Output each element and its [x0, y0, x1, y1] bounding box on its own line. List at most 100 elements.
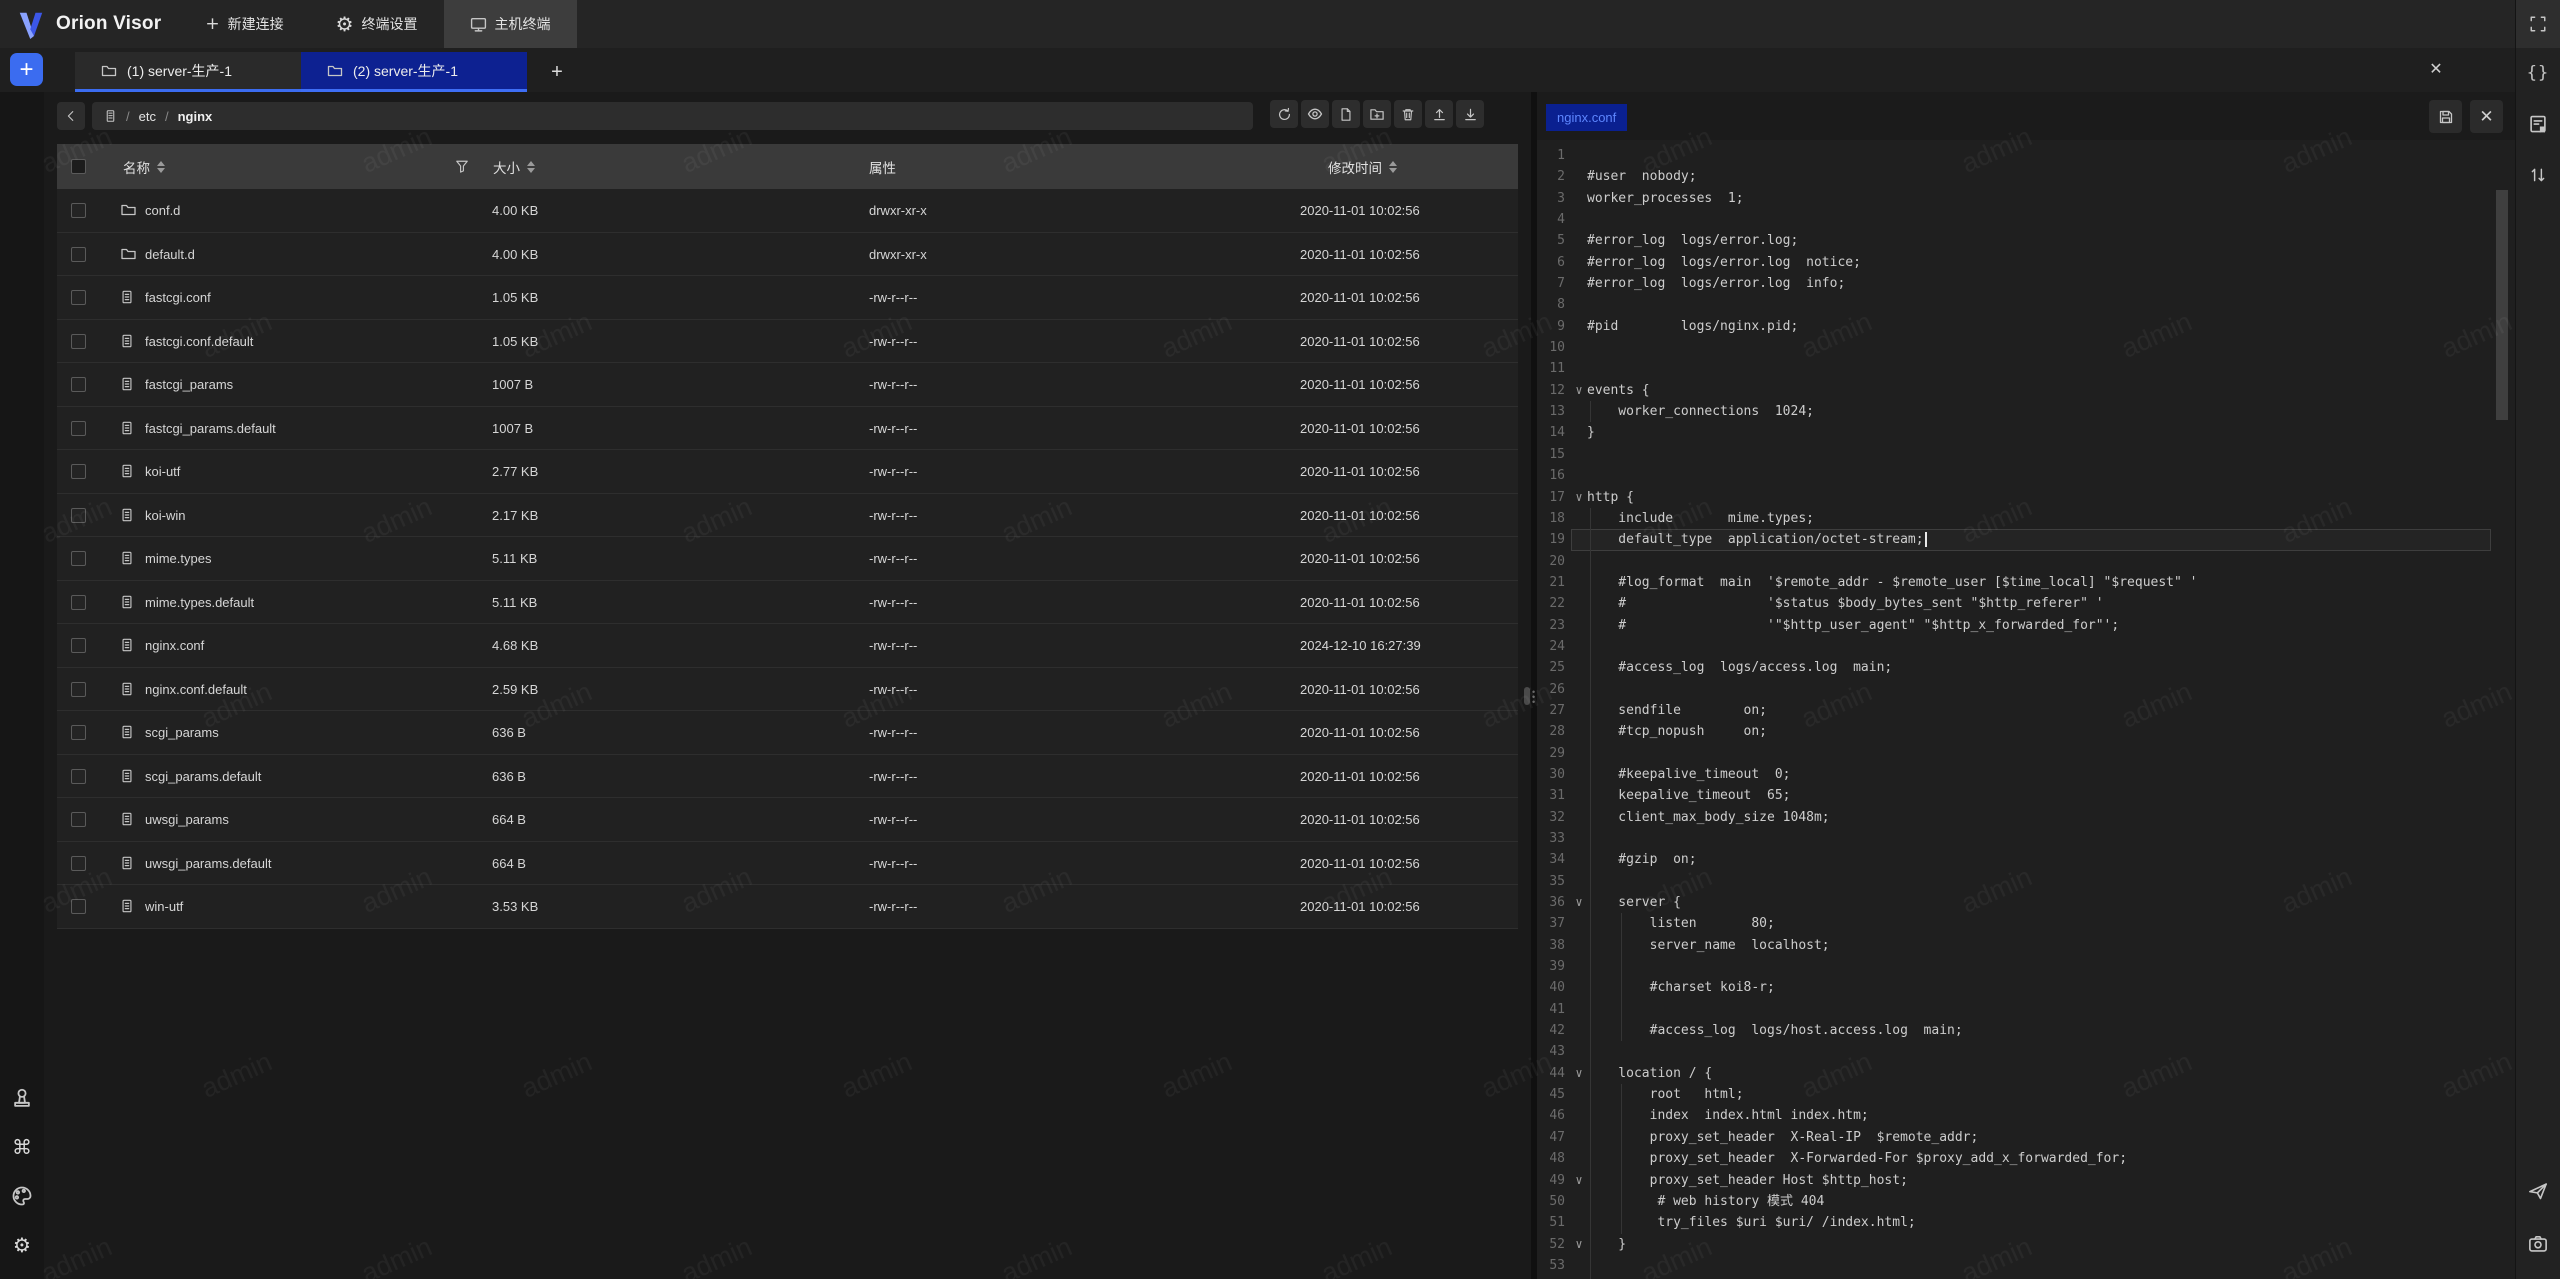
editor-line-body[interactable] [1571, 679, 2491, 700]
table-row[interactable]: fastcgi_params.default 1007 B -rw-r--r--… [57, 407, 1518, 451]
editor-line-body[interactable]: #access_log logs/host.access.log main; [1571, 1020, 2491, 1041]
editor-line[interactable]: 6 #error_log logs/error.log notice; [1537, 252, 2491, 273]
editor-line-body[interactable]: proxy_set_header Host $http_host; [1571, 1170, 2491, 1191]
editor-line[interactable]: 28 #tcp_nopush on; [1537, 721, 2491, 742]
row-checkbox[interactable] [71, 638, 86, 653]
editor-line[interactable]: 40 #charset koi8-r; [1537, 977, 2491, 998]
table-row[interactable]: nginx.conf 4.68 KB -rw-r--r-- 2024-12-10… [57, 624, 1518, 668]
editor-line-body[interactable]: worker_processes 1; [1571, 188, 2491, 209]
editor-line[interactable]: 27 sendfile on; [1537, 700, 2491, 721]
editor-line-body[interactable]: client_max_body_size 1048m; [1571, 807, 2491, 828]
download-button[interactable] [1456, 100, 1484, 128]
editor-line[interactable]: 2 #user nobody; [1537, 166, 2491, 187]
editor-line-body[interactable]: #access_log logs/access.log main; [1571, 657, 2491, 678]
file-name[interactable]: scgi_params.default [145, 755, 261, 799]
shortcut-keys-icon[interactable] [10, 1135, 34, 1159]
new-folder-button[interactable] [1363, 100, 1391, 128]
editor-line[interactable]: 35 [1537, 871, 2491, 892]
row-checkbox[interactable] [71, 421, 86, 436]
splitter-handle[interactable]: ••• [1532, 690, 1536, 705]
new-file-button[interactable] [1332, 100, 1360, 128]
editor-line[interactable]: 53 [1537, 1255, 2491, 1276]
editor-line[interactable]: 29 [1537, 743, 2491, 764]
row-checkbox[interactable] [71, 856, 86, 871]
file-name[interactable]: fastcgi.conf [145, 276, 211, 320]
editor-line[interactable]: 33 [1537, 828, 2491, 849]
editor-line-body[interactable]: proxy_set_header X-Real-IP $remote_addr; [1571, 1127, 2491, 1148]
table-row[interactable]: mime.types.default 5.11 KB -rw-r--r-- 20… [57, 581, 1518, 625]
row-checkbox[interactable] [71, 203, 86, 218]
editor-line-body[interactable]: worker_connections 1024; [1571, 401, 2491, 422]
editor-line[interactable]: 18 include mime.types; [1537, 508, 2491, 529]
upload-button[interactable] [1425, 100, 1453, 128]
fold-icon[interactable] [1571, 1170, 1587, 1191]
fold-icon[interactable] [1571, 892, 1587, 913]
save-file-button[interactable] [2429, 100, 2462, 133]
path-breadcrumb[interactable]: / etc / nginx [92, 102, 1253, 130]
editor-line-body[interactable] [1571, 1255, 2491, 1276]
table-row[interactable]: mime.types 5.11 KB -rw-r--r-- 2020-11-01… [57, 537, 1518, 581]
editor-line-body[interactable]: #error_log logs/error.log notice; [1571, 252, 2491, 273]
editor-line[interactable]: 16 [1537, 465, 2491, 486]
editor-line[interactable]: 13 worker_connections 1024; [1537, 401, 2491, 422]
table-row[interactable]: fastcgi_params 1007 B -rw-r--r-- 2020-11… [57, 363, 1518, 407]
editor-line[interactable]: 49 proxy_set_header Host $http_host; [1537, 1170, 2491, 1191]
file-name[interactable]: mime.types [145, 537, 211, 581]
editor-line-body[interactable] [1571, 956, 2491, 977]
editor-line-body[interactable]: } [1571, 422, 2491, 443]
editor-line-body[interactable]: server { [1571, 892, 2491, 913]
editor-line[interactable]: 4 [1537, 209, 2491, 230]
editor-line-body[interactable]: index index.html index.htm; [1571, 1105, 2491, 1126]
table-row[interactable]: default.d 4.00 KB drwxr-xr-x 2020-11-01 … [57, 233, 1518, 277]
editor-line[interactable]: 11 [1537, 358, 2491, 379]
close-panel-button[interactable]: ✕ [2423, 56, 2449, 82]
preview-eye-button[interactable] [1301, 100, 1329, 128]
editor-line[interactable]: 31 keepalive_timeout 65; [1537, 785, 2491, 806]
file-name[interactable]: conf.d [145, 189, 180, 233]
editor-line-body[interactable]: keepalive_timeout 65; [1571, 785, 2491, 806]
fold-icon[interactable] [1571, 1234, 1587, 1255]
editor-line[interactable]: 42 #access_log logs/host.access.log main… [1537, 1020, 2491, 1041]
row-checkbox[interactable] [71, 247, 86, 262]
file-name[interactable]: koi-win [145, 494, 185, 538]
editor-line-body[interactable]: # web history 模式 404 [1571, 1191, 2491, 1212]
fold-icon[interactable] [1571, 1063, 1587, 1084]
file-name[interactable]: mime.types.default [145, 581, 254, 625]
new-connection-button[interactable]: + [10, 53, 43, 86]
back-button[interactable] [57, 102, 85, 130]
row-checkbox[interactable] [71, 334, 86, 349]
row-checkbox[interactable] [71, 508, 86, 523]
editor-line[interactable]: 24 [1537, 636, 2491, 657]
editor-line[interactable]: 23 # '"$http_user_agent" "$http_x_forwar… [1537, 615, 2491, 636]
table-row[interactable]: koi-win 2.17 KB -rw-r--r-- 2020-11-01 10… [57, 494, 1518, 538]
editor-line[interactable]: 1 [1537, 145, 2491, 166]
editor-line-body[interactable] [1571, 337, 2491, 358]
menu-item-new-connection[interactable]: + 新建连接 [179, 0, 309, 48]
editor-line[interactable]: 14 } [1537, 422, 2491, 443]
editor-line-body[interactable]: try_files $uri $uri/ /index.html; [1571, 1212, 2491, 1233]
editor-line[interactable]: 9 #pid logs/nginx.pid; [1537, 316, 2491, 337]
table-row[interactable]: scgi_params.default 636 B -rw-r--r-- 202… [57, 755, 1518, 799]
file-name[interactable]: fastcgi.conf.default [145, 320, 253, 364]
editor-line-body[interactable]: #error_log logs/error.log; [1571, 230, 2491, 251]
editor-line[interactable]: 39 [1537, 956, 2491, 977]
table-row[interactable]: fastcgi.conf 1.05 KB -rw-r--r-- 2020-11-… [57, 276, 1518, 320]
editor-line[interactable]: 50 # web history 模式 404 [1537, 1191, 2491, 1212]
editor-line-body[interactable] [1571, 294, 2491, 315]
doc-bookmark-icon[interactable] [2525, 111, 2551, 137]
close-editor-button[interactable]: ✕ [2470, 100, 2503, 133]
sort-lines-icon[interactable] [2525, 162, 2551, 188]
editor-line-body[interactable] [1571, 999, 2491, 1020]
file-list-scrollbar[interactable] [1524, 687, 1530, 705]
editor-line[interactable]: 44 location / { [1537, 1063, 2491, 1084]
editor-line[interactable]: 3 worker_processes 1; [1537, 188, 2491, 209]
screenshot-camera-icon[interactable] [2525, 1231, 2551, 1257]
editor-line-body[interactable]: #log_format main '$remote_addr - $remote… [1571, 572, 2491, 593]
editor-line[interactable]: 5 #error_log logs/error.log; [1537, 230, 2491, 251]
file-name[interactable]: nginx.conf.default [145, 668, 247, 712]
editor-line[interactable]: 7 #error_log logs/error.log info; [1537, 273, 2491, 294]
user-seal-icon[interactable] [10, 1086, 34, 1110]
sort-carets[interactable] [527, 161, 535, 173]
file-name[interactable]: koi-utf [145, 450, 180, 494]
editor-line-body[interactable]: server_name localhost; [1571, 935, 2491, 956]
